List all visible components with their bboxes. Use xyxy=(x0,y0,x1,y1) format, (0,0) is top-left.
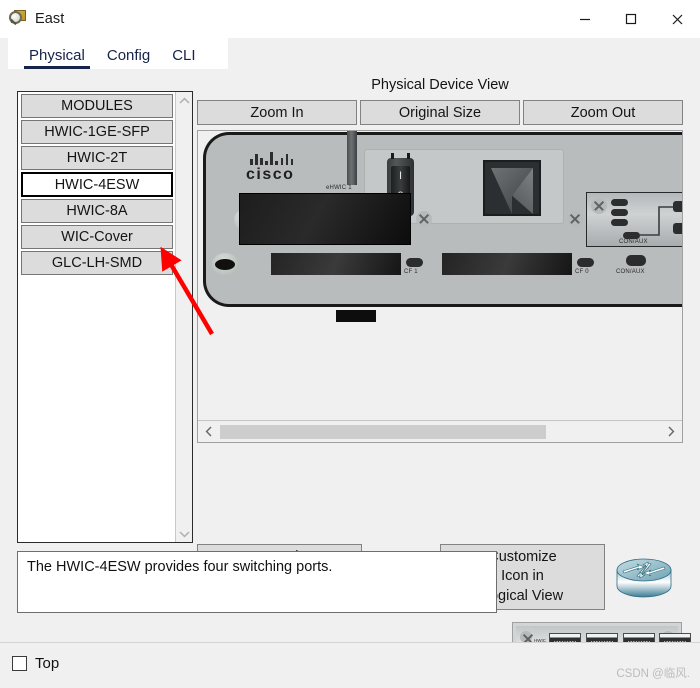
modules-list-header: MODULES xyxy=(21,94,173,118)
tab-config[interactable]: Config xyxy=(96,47,161,69)
close-button[interactable] xyxy=(654,0,700,38)
chassis-vent-hole xyxy=(212,253,238,275)
ehwic-1-slot[interactable] xyxy=(239,193,411,245)
ehwic-0-module[interactable]: CON/AUX xyxy=(586,192,682,247)
cf-0-eject-button[interactable] xyxy=(577,258,594,267)
module-item-hwic-1ge-sfp[interactable]: HWIC-1GE-SFP xyxy=(21,120,173,144)
cf-0-slot[interactable] xyxy=(442,253,572,275)
window-controls xyxy=(562,0,700,38)
scroll-track[interactable] xyxy=(220,424,660,439)
cust-log-line-1: Customize xyxy=(488,548,557,565)
cf-1-label: CF 1 xyxy=(404,269,418,275)
chevron-right-icon[interactable] xyxy=(660,422,682,442)
module-item-hwic-8a[interactable]: HWIC-8A xyxy=(21,199,173,223)
top-checkbox-label: Top xyxy=(35,655,60,672)
console-aux-port[interactable] xyxy=(626,255,646,266)
maximize-button[interactable] xyxy=(608,0,654,38)
cisco-logo: cisco xyxy=(246,152,324,184)
modules-vertical-scrollbar[interactable] xyxy=(175,92,192,542)
modules-list: MODULES HWIC-1GE-SFP HWIC-2T HWIC-4ESW H… xyxy=(18,92,175,542)
top-checkbox[interactable] xyxy=(12,656,27,671)
cisco-wordmark: cisco xyxy=(246,166,295,183)
packet-tracer-icon xyxy=(9,10,27,28)
device-horizontal-scrollbar[interactable] xyxy=(198,420,682,442)
title-bar: East xyxy=(0,0,700,38)
original-size-button[interactable]: Original Size xyxy=(360,100,520,125)
power-switch-on-label: I xyxy=(398,170,403,182)
cf-0-label: CF 0 xyxy=(575,269,589,275)
device-canvas[interactable]: cisco I 0 xyxy=(197,130,683,443)
chassis-foot xyxy=(336,310,376,322)
power-socket xyxy=(483,160,541,216)
zoom-out-button[interactable]: Zoom Out xyxy=(523,100,683,125)
chevron-up-icon[interactable] xyxy=(176,92,193,109)
bottom-bar: Top CSDN @临风. xyxy=(0,642,700,688)
chevron-down-icon[interactable] xyxy=(176,525,193,542)
zoom-in-button[interactable]: Zoom In xyxy=(197,100,357,125)
slot-screw-icon xyxy=(416,211,432,227)
console-aux-label: CON/AUX xyxy=(616,269,645,275)
slot-label-ehwic-1: eHWIC 1 xyxy=(326,185,352,191)
chevron-left-icon[interactable] xyxy=(198,422,220,442)
watermark: CSDN @临风. xyxy=(616,668,690,680)
module-item-glc-lh-smd[interactable]: GLC-LH-SMD xyxy=(21,251,173,275)
tab-cli[interactable]: CLI xyxy=(161,47,206,69)
plate-screw-icon xyxy=(567,211,583,227)
tab-physical[interactable]: Physical xyxy=(18,47,96,69)
physical-device-view: Physical Device View Zoom In Original Si… xyxy=(197,69,683,543)
top-checkbox-row[interactable]: Top xyxy=(12,655,59,672)
minimize-button[interactable] xyxy=(562,0,608,38)
tab-strip: Physical Config CLI xyxy=(0,38,700,69)
workspace: MODULES HWIC-1GE-SFP HWIC-2T HWIC-4ESW H… xyxy=(0,69,700,667)
console-port-label: CON/AUX xyxy=(619,239,648,245)
cf-1-slot[interactable] xyxy=(271,253,401,275)
module-item-hwic-4esw[interactable]: HWIC-4ESW xyxy=(21,172,173,197)
scroll-thumb[interactable] xyxy=(220,424,546,439)
module-description-text: The HWIC-4ESW provides four switching po… xyxy=(27,559,333,575)
router-icon-logical xyxy=(615,556,673,600)
window-title: East xyxy=(35,11,65,27)
device-view-title: Physical Device View xyxy=(371,77,509,93)
cust-log-line-2: Icon in xyxy=(501,568,544,585)
module-description-box: The HWIC-4ESW provides four switching po… xyxy=(17,551,497,613)
module-item-hwic-2t[interactable]: HWIC-2T xyxy=(21,146,173,170)
module-item-wic-cover[interactable]: WIC-Cover xyxy=(21,225,173,249)
zoom-controls: Zoom In Original Size Zoom Out xyxy=(197,100,683,125)
router-chassis-image: cisco I 0 xyxy=(203,131,682,322)
cf-1-eject-button[interactable] xyxy=(406,258,423,267)
power-cable xyxy=(347,131,357,185)
modules-panel: MODULES HWIC-1GE-SFP HWIC-2T HWIC-4ESW H… xyxy=(17,91,193,543)
